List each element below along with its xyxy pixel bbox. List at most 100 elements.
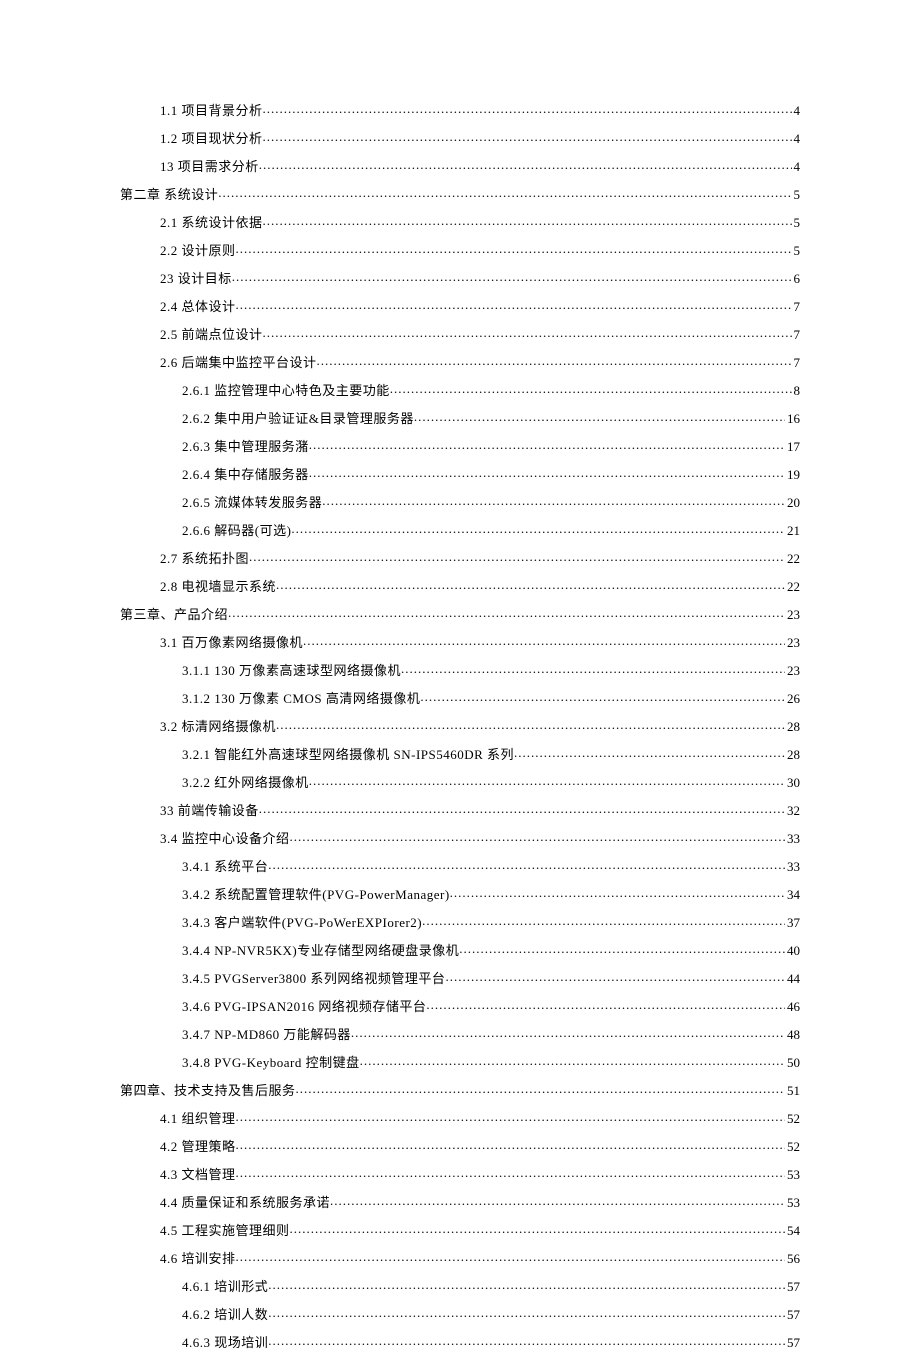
toc-label: 3.2.1 智能红外高速球型网络摄像机 SN-IPS5460DR 系列	[182, 748, 514, 761]
toc-entry: 4.6.1 培训形式 57	[120, 1271, 800, 1299]
toc-entry: 2.5 前端点位设计 7	[120, 319, 800, 347]
toc-page-number: 51	[785, 1084, 800, 1097]
toc-page-number: 8	[792, 384, 801, 397]
toc-page-number: 17	[785, 440, 800, 453]
toc-entry: 3.4.4 NP-NVR5KX)专业存储型网络硬盘录像机 40	[120, 935, 800, 963]
toc-page-number: 53	[785, 1196, 800, 1209]
toc-leader	[263, 130, 792, 143]
toc-entry: 4.1 组织管理 52	[120, 1103, 800, 1131]
toc-page-number: 23	[785, 664, 800, 677]
toc-entry: 2.6 后端集中监控平台设计 7	[120, 347, 800, 375]
toc-page-number: 57	[785, 1308, 800, 1321]
toc-label: 2.8 电视墙显示系统	[160, 580, 276, 593]
toc-page-number: 5	[792, 244, 801, 257]
toc-entry: 第三章、产品介绍 23	[120, 599, 800, 627]
toc-label: 3.4.4 NP-NVR5KX)专业存储型网络硬盘录像机	[182, 944, 459, 957]
toc-leader	[422, 914, 785, 927]
toc-entry: 3.4.2 系统配置管理软件(PVG-PowerManager) 34	[120, 879, 800, 907]
toc-leader	[268, 1278, 785, 1291]
toc-label: 4.6.1 培训形式	[182, 1280, 268, 1293]
toc-label: 4.6 培训安排	[160, 1252, 236, 1265]
toc-entry: 4.4 质量保证和系统服务承诺 53	[120, 1187, 800, 1215]
toc-page-number: 22	[785, 552, 800, 565]
toc-leader	[390, 382, 792, 395]
toc-page-number: 7	[792, 300, 801, 313]
toc-leader	[236, 1166, 785, 1179]
toc-leader	[303, 634, 785, 647]
toc-entry: 第二章 系统设计 5	[120, 179, 800, 207]
toc-label: 4.4 质量保证和系统服务承诺	[160, 1196, 330, 1209]
toc-leader	[249, 550, 785, 563]
toc-entry: 2.2 设计原则 5	[120, 235, 800, 263]
toc-entry: 3.4 监控中心设备介绍 33	[120, 823, 800, 851]
toc-entry: 4.6.2 培训人数 57	[120, 1299, 800, 1327]
toc-entry: 3.1.2 130 万像素 CMOS 高清网络摄像机 26	[120, 683, 800, 711]
toc-leader	[236, 1110, 785, 1123]
toc-page-number: 16	[785, 412, 800, 425]
toc-page-number: 50	[785, 1056, 800, 1069]
toc-leader	[291, 522, 785, 535]
toc-leader	[426, 998, 785, 1011]
toc-label: 1.2 项目现状分析	[160, 132, 263, 145]
toc-page-number: 23	[785, 608, 800, 621]
toc-page-number: 22	[785, 580, 800, 593]
toc-entry: 3.4.7 NP-MD860 万能解码器 48	[120, 1019, 800, 1047]
toc-label: 3.4.6 PVG-IPSAN2016 网络视频存储平台	[182, 1000, 426, 1013]
toc-page-number: 57	[785, 1280, 800, 1293]
toc-label: 2.6.1 监控管理中心特色及主要功能	[182, 384, 390, 397]
toc-entry: 3.4.5 PVGServer3800 系列网络视频管理平台 44	[120, 963, 800, 991]
toc-label: 33 前端传输设备	[160, 804, 259, 817]
toc-leader	[290, 1222, 785, 1235]
toc-page-number: 33	[785, 860, 800, 873]
toc-label: 4.2 管理策略	[160, 1140, 236, 1153]
toc-entry: 3.4.1 系统平台 33	[120, 851, 800, 879]
toc-label: 2.6.6 解码器(可选)	[182, 524, 291, 537]
toc-label: 2.6.3 集中管理服务潴	[182, 440, 309, 453]
toc-page-number: 7	[792, 328, 801, 341]
toc-page-number: 46	[785, 1000, 800, 1013]
toc-leader	[360, 1054, 785, 1067]
toc-leader	[296, 1082, 785, 1095]
page: 1.1 项目背景分析 41.2 项目现状分析 413 项目需求分析 4第二章 系…	[0, 0, 920, 1301]
toc-leader	[276, 718, 785, 731]
toc-page-number: 33	[785, 832, 800, 845]
toc-leader	[420, 690, 785, 703]
toc-page-number: 5	[792, 216, 801, 229]
toc-leader	[322, 494, 785, 507]
toc-page-number: 37	[785, 916, 800, 929]
toc-label: 4.1 组织管理	[160, 1112, 236, 1125]
toc-page-number: 20	[785, 496, 800, 509]
toc-page-number: 21	[785, 524, 800, 537]
toc-entry: 4.6.3 现场培训 57	[120, 1327, 800, 1355]
toc-leader	[268, 858, 785, 871]
toc-entry: 2.6.5 流媒体转发服务器 20	[120, 487, 800, 515]
toc-label: 3.4.5 PVGServer3800 系列网络视频管理平台	[182, 972, 445, 985]
toc-leader	[351, 1026, 785, 1039]
toc-entry: 2.6.4 集中存储服务器 19	[120, 459, 800, 487]
toc-label: 3.4.1 系统平台	[182, 860, 268, 873]
toc-page-number: 57	[785, 1336, 800, 1349]
toc-leader	[263, 214, 792, 227]
toc-page-number: 53	[785, 1168, 800, 1181]
toc-page-number: 4	[792, 132, 801, 145]
toc-label: 3.4.8 PVG-Keyboard 控制键盘	[182, 1056, 360, 1069]
toc-label: 3.4.7 NP-MD860 万能解码器	[182, 1028, 351, 1041]
toc-page-number: 26	[785, 692, 800, 705]
toc-leader	[259, 802, 785, 815]
toc-label: 3.2 标清网络摄像机	[160, 720, 276, 733]
toc-page-number: 56	[785, 1252, 800, 1265]
toc-leader	[309, 438, 785, 451]
toc-label: 2.6 后端集中监控平台设计	[160, 356, 317, 369]
toc-page-number: 4	[792, 104, 801, 117]
toc-label: 4.6.2 培训人数	[182, 1308, 268, 1321]
toc-entry: 3.4.8 PVG-Keyboard 控制键盘 50	[120, 1047, 800, 1075]
toc-label: 4.6.3 现场培训	[182, 1336, 268, 1349]
toc-label: 2.6.4 集中存储服务器	[182, 468, 309, 481]
toc-label: 第四章、技术支持及售后服务	[120, 1084, 296, 1097]
toc-page-number: 52	[785, 1140, 800, 1153]
toc-label: 4.5 工程实施管理细则	[160, 1224, 290, 1237]
table-of-contents: 1.1 项目背景分析 41.2 项目现状分析 413 项目需求分析 4第二章 系…	[120, 95, 800, 1355]
toc-page-number: 44	[785, 972, 800, 985]
toc-leader	[268, 1306, 785, 1319]
toc-leader	[401, 662, 785, 675]
